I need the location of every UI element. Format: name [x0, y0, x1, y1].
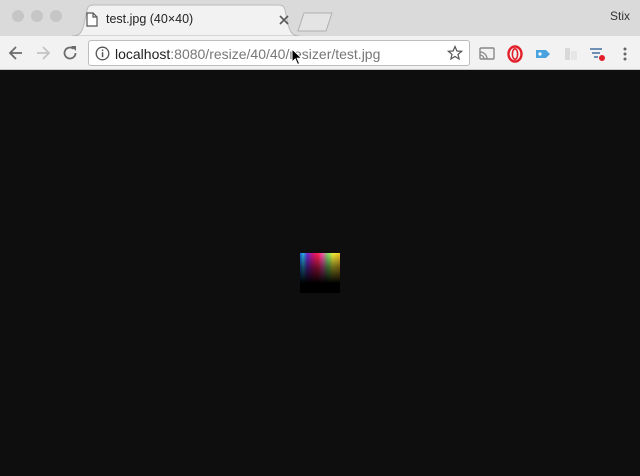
window-zoom-light[interactable]: [50, 10, 62, 22]
back-arrow-icon[interactable]: [6, 43, 26, 63]
grey-extension-icon[interactable]: [562, 45, 580, 63]
mouse-cursor-icon: [291, 48, 303, 66]
cast-icon[interactable]: [478, 45, 496, 63]
profile-name[interactable]: Stix: [610, 9, 630, 23]
url-host: localhost: [115, 46, 171, 62]
tab-strip: test.jpg (40×40) Stix: [0, 0, 640, 36]
info-icon[interactable]: [95, 46, 110, 66]
toolbar: localhost:8080/resize/40/40/resizer/test…: [0, 36, 640, 70]
file-icon: [86, 12, 98, 32]
close-icon[interactable]: [277, 13, 291, 27]
page-viewport: [0, 71, 640, 476]
resized-image: [300, 253, 340, 293]
filter-extension-icon[interactable]: [588, 45, 606, 63]
tag-extension-icon[interactable]: [534, 45, 552, 63]
reload-icon[interactable]: [60, 43, 80, 63]
window-minimize-light[interactable]: [31, 10, 43, 22]
address-bar[interactable]: localhost:8080/resize/40/40/resizer/test…: [88, 40, 470, 66]
window-close-light[interactable]: [12, 10, 24, 22]
url-path: :8080/resize/40/40/resizer/test.jpg: [170, 46, 381, 62]
new-tab-button[interactable]: [296, 12, 334, 32]
forward-arrow-icon[interactable]: [33, 43, 53, 63]
star-icon[interactable]: [446, 44, 464, 66]
opera-icon[interactable]: [506, 45, 524, 63]
tab-active[interactable]: test.jpg (40×40): [72, 4, 300, 36]
menu-icon[interactable]: [616, 45, 634, 63]
tab-title: test.jpg (40×40): [106, 12, 194, 26]
url-text[interactable]: localhost:8080/resize/40/40/resizer/test…: [115, 46, 380, 62]
